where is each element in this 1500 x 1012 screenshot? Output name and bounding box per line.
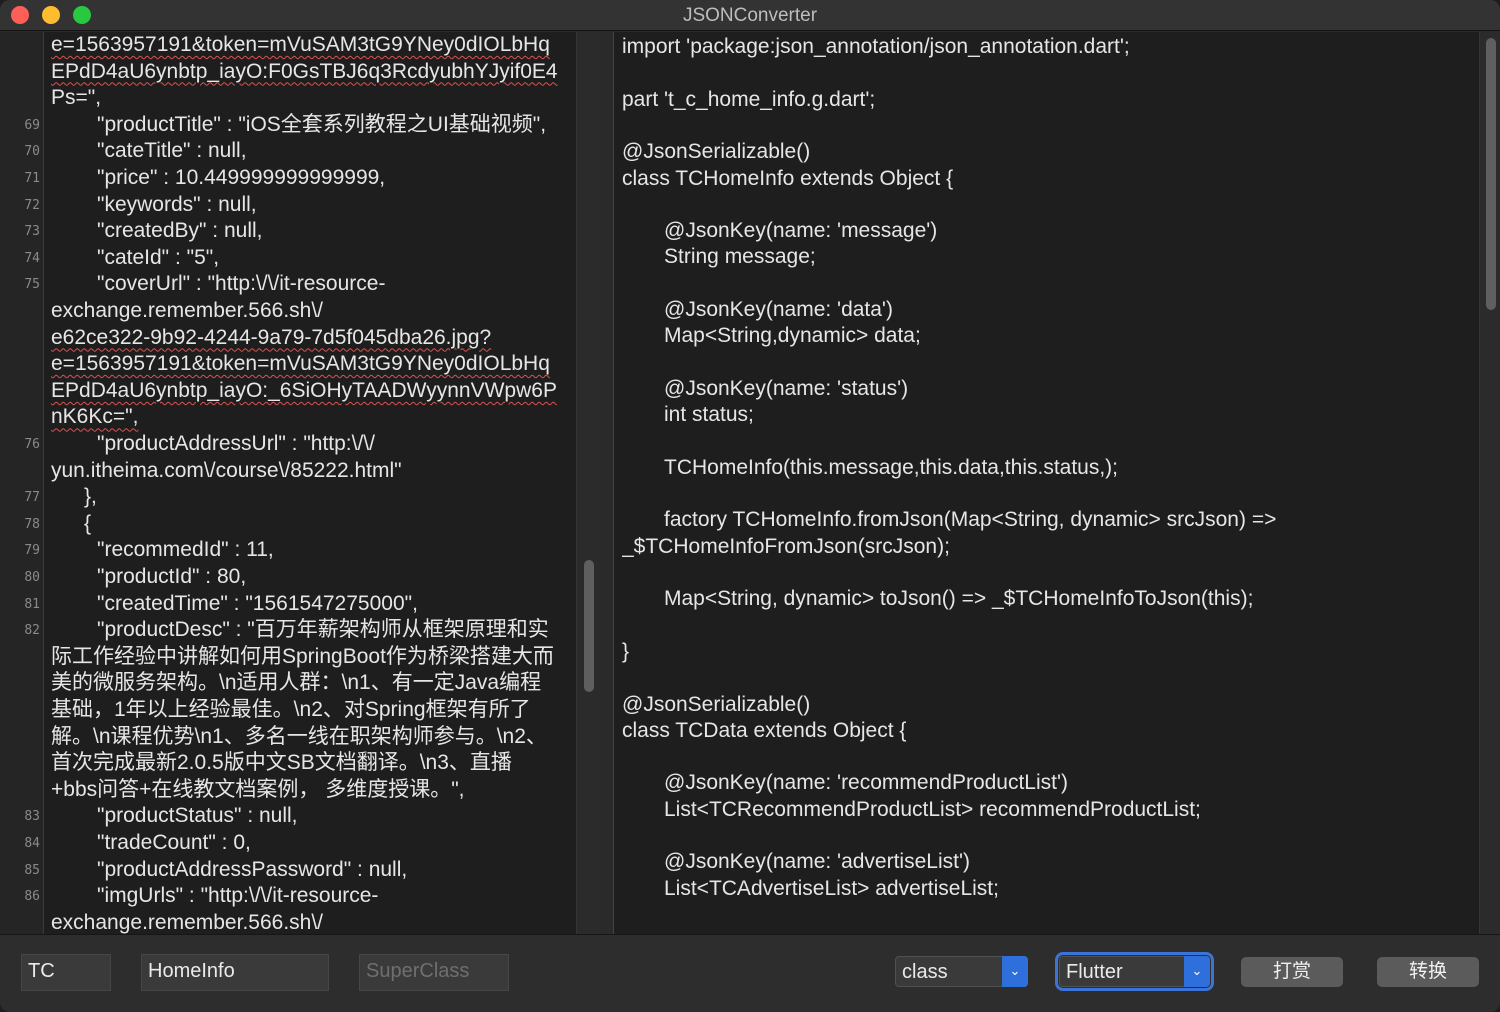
code-line: "productAddressUrl" : "http:\/\/ <box>97 432 375 455</box>
code-line: yun.itheima.com\/course\/85222.html" <box>51 458 402 482</box>
code-line: Map<String, dynamic> toJson() => _$TCHom… <box>664 587 1254 611</box>
line-number: 84 <box>24 836 40 851</box>
line-number: 78 <box>24 516 40 532</box>
code-line: +bbs问答+在线教文档案例， 多维度授课。", <box>51 777 465 801</box>
json-input-text[interactable]: e=1563957191&token=mVuSAM3tG9YNey0dIOLbH… <box>51 32 571 934</box>
code-line: "createdTime" : "1561547275000", <box>97 591 418 615</box>
code-line: e=1563957191&token=mVuSAM3tG9YNey0dIOLbH… <box>51 33 550 56</box>
app-window: JSONConverter 69 70 71 72 73 74 75 76 77 78 79 80 81… <box>0 0 1500 1012</box>
type-select-value: class <box>902 961 948 983</box>
code-line: Map<String,dynamic> data; <box>664 324 921 348</box>
code-line: "productAddressPassword" : null, <box>97 857 408 881</box>
line-number: 70 <box>24 144 40 160</box>
code-line: }, <box>84 485 97 509</box>
code-line: e=1563957191&token=mVuSAM3tG9YNey0dIOLbH… <box>51 352 550 376</box>
language-select-value: Flutter <box>1066 961 1123 983</box>
code-line: "price" : 10.449999999999999, <box>97 166 386 189</box>
code-line: 美的微服务架构。\n适用人群：\n1、有一定Java编程 <box>51 671 542 695</box>
line-number: 85 <box>24 862 40 878</box>
code-line: List<TCRecommendProductList> recommendPr… <box>664 797 1201 821</box>
line-number: 79 <box>24 543 40 559</box>
code-line: String message; <box>664 245 816 269</box>
code-line: class TCData extends Object { <box>622 718 907 742</box>
code-line: @JsonKey(name: 'message') <box>664 219 938 243</box>
code-line: @JsonKey(name: 'advertiseList') <box>664 850 970 874</box>
code-line: @JsonKey(name: 'data') <box>664 298 893 321</box>
code-line: "cateTitle" : null, <box>97 139 247 163</box>
code-line: List<TCAdvertiseList> advertiseList; <box>664 876 999 900</box>
line-number: 69 <box>24 117 40 133</box>
code-line: { <box>84 511 92 535</box>
code-line: "recommedId" : 11, <box>97 538 274 562</box>
code-line: _$TCHomeInfoFromJson(srcJson); <box>622 534 950 558</box>
code-line: @JsonSerializable() <box>622 692 811 716</box>
code-line: @JsonKey(name: 'recommendProductList') <box>664 771 1068 795</box>
dart-output-text[interactable]: import 'package:json_annotation/json_ann… <box>622 32 1477 934</box>
code-line: "keywords" : null, <box>97 192 257 216</box>
code-line: exchange.remember.566.sh\/ <box>51 910 323 934</box>
line-number: 75 <box>24 277 40 293</box>
window-title: JSONConverter <box>682 5 818 26</box>
input-scrollbar[interactable] <box>576 32 600 934</box>
convert-button[interactable]: 转换 <box>1377 957 1479 987</box>
code-line: 际工作经验中讲解如何用SpringBoot作为桥梁搭建大而 <box>51 644 554 668</box>
bottom-toolbar: TC HomeInfo SuperClass class ⌄ Flutter ⌄… <box>0 934 1500 1012</box>
code-line: @JsonKey(name: 'status') <box>664 376 909 400</box>
code-line: "createdBy" : null, <box>97 219 263 243</box>
input-scrollbar-thumb[interactable] <box>584 560 594 692</box>
code-line: import 'package:json_annotation/json_ann… <box>622 35 1130 58</box>
language-select[interactable]: Flutter ⌄ <box>1055 952 1214 991</box>
line-number: 86 <box>24 889 40 905</box>
chevron-down-icon: ⌄ <box>1002 956 1028 987</box>
line-number: 72 <box>24 197 40 213</box>
line-number-gutter: 69 70 71 72 73 74 75 76 77 78 79 80 81 82 83 84 85 86 <box>0 32 44 934</box>
chevron-down-icon: ⌄ <box>1184 956 1210 987</box>
code-line: "productTitle" : "iOS全套系列教程之UI基础视频", <box>97 112 547 136</box>
code-line: @JsonSerializable() <box>622 140 811 164</box>
json-input-editor[interactable]: 69 70 71 72 73 74 75 76 77 78 79 80 81 82 83 84 85 86 e=1… <box>0 32 600 934</box>
dart-output-editor[interactable]: import 'package:json_annotation/json_ann… <box>613 32 1500 934</box>
code-line: "tradeCount" : 0, <box>97 831 251 854</box>
code-line: 基础，1年以上经验最佳。\n2、对Spring框架有所了 <box>51 698 531 721</box>
output-scrollbar-thumb[interactable] <box>1486 38 1496 310</box>
code-line: "coverUrl" : "http:\/\/it-resource- <box>97 272 386 296</box>
code-line: TCHomeInfo(this.message,this.data,this.s… <box>664 455 1119 479</box>
code-line: EPdD4aU6ynbtp_iayO:F0GsTBJ6q3RcdyubhYJyi… <box>51 59 558 83</box>
code-line: exchange.remember.566.sh\/ <box>51 299 323 322</box>
line-number: 73 <box>24 224 40 240</box>
code-line: } <box>622 639 630 663</box>
code-line: EPdD4aU6ynbtp_iayO:_6SiOHyTAADWyynnVWpw6… <box>51 378 557 402</box>
code-line: "cateId" : "5", <box>97 245 220 269</box>
code-line: factory TCHomeInfo.fromJson(Map<String, … <box>664 508 1277 532</box>
code-line: 解。\n课程优势\n1、多名一线在职架构师参与。\n2、 <box>51 724 547 748</box>
line-number: 83 <box>24 809 40 825</box>
code-line: nK6Kc=", <box>51 405 139 429</box>
output-scrollbar[interactable] <box>1479 32 1500 934</box>
line-number: 80 <box>24 570 40 585</box>
code-line: part 't_c_home_info.g.dart'; <box>622 87 876 111</box>
line-number: 81 <box>24 596 40 612</box>
line-number: 76 <box>24 437 40 452</box>
code-line: int status; <box>664 403 754 427</box>
superclass-field[interactable]: SuperClass <box>359 954 509 991</box>
type-select[interactable]: class ⌄ <box>895 956 1028 987</box>
code-line: "productDesc" : "百万年薪架构师从框架原理和实 <box>97 618 549 642</box>
code-line: 首次完成最新2.0.5版中文SB文档翻译。\n3、直播 <box>51 751 512 775</box>
code-line: "productStatus" : null, <box>97 804 298 828</box>
line-number: 82 <box>24 623 40 639</box>
title-bar: JSONConverter <box>0 0 1500 31</box>
line-number: 74 <box>24 250 40 266</box>
class-name-field[interactable]: HomeInfo <box>141 954 329 991</box>
code-line: e62ce322-9b92-4244-9a79-7d5f045dba26.jpg… <box>51 325 492 349</box>
code-line: "imgUrls" : "http:\/\/it-resource- <box>97 884 379 908</box>
line-number: 71 <box>24 171 40 186</box>
prefix-field[interactable]: TC <box>21 954 111 991</box>
code-line: Ps=", <box>51 86 102 110</box>
code-line: "productId" : 80, <box>97 565 247 588</box>
tip-button[interactable]: 打赏 <box>1241 957 1343 987</box>
line-number: 77 <box>24 490 40 506</box>
code-line: class TCHomeInfo extends Object { <box>622 166 954 190</box>
